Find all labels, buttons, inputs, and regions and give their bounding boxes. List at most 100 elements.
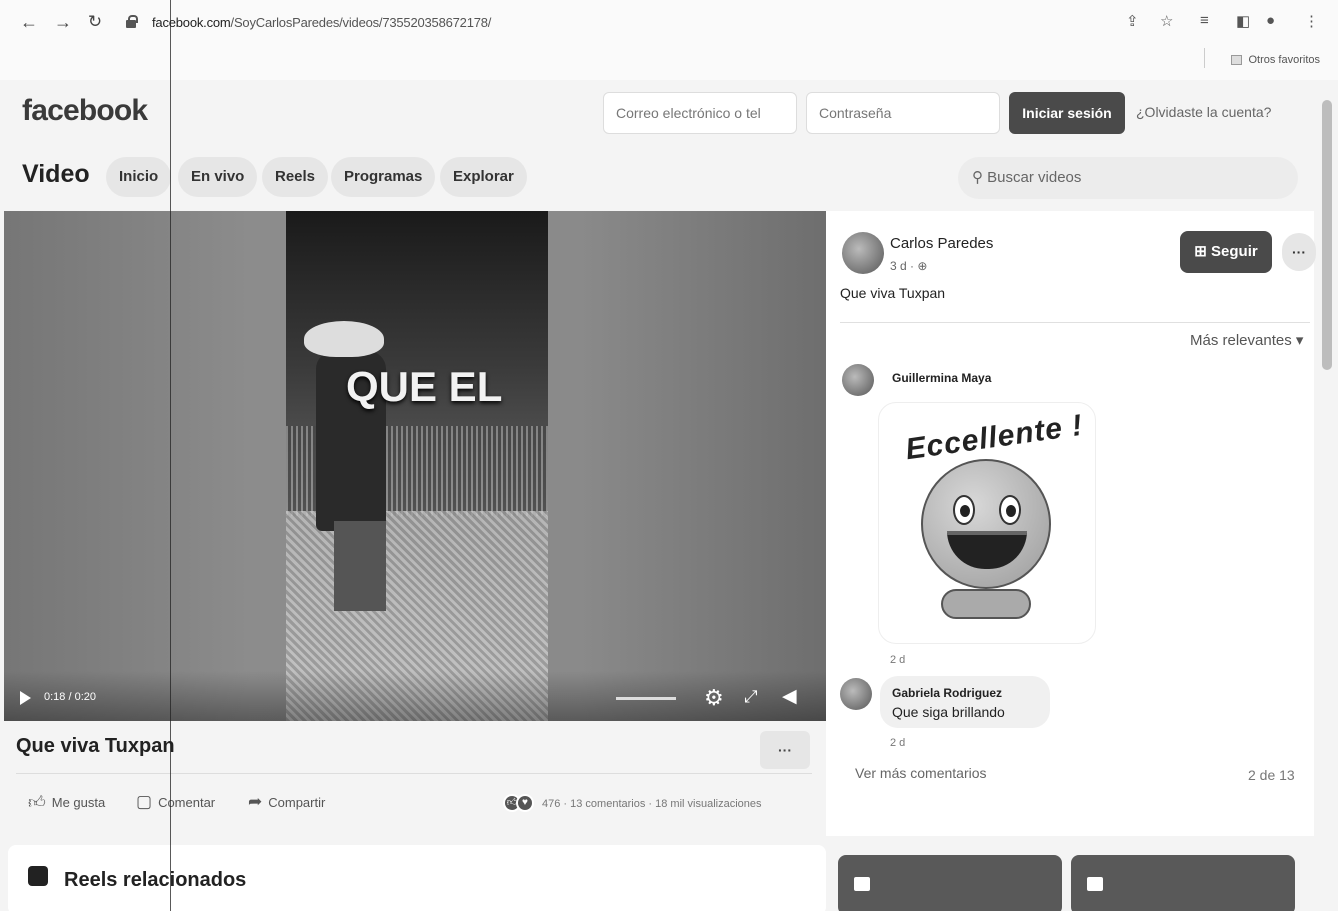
login-button[interactable]: Iniciar sesión	[1009, 92, 1125, 134]
menu-icon[interactable]: ⋮	[1304, 12, 1319, 30]
folder-icon	[1231, 55, 1243, 65]
gear-icon[interactable]: ⚙	[704, 685, 724, 711]
share-button[interactable]: ➦ Compartir	[248, 792, 325, 812]
view-count: 18 mil visualizaciones	[655, 798, 762, 810]
sticker-face	[921, 459, 1051, 589]
chevron-down-icon: ▾	[1295, 332, 1304, 349]
volume-bar[interactable]	[616, 697, 676, 700]
video-performer-legs	[334, 521, 386, 611]
search-placeholder: Buscar videos	[987, 169, 1082, 186]
volume-icon[interactable]: ◀	[782, 685, 797, 708]
email-field[interactable]: Correo electrónico o tel	[603, 92, 797, 134]
bookmark-separator	[1204, 48, 1205, 68]
divider	[840, 322, 1310, 323]
like-button[interactable]: 👍︎ Me gusta	[28, 792, 105, 813]
tab-programas[interactable]: Programas	[331, 157, 436, 197]
tab-en-vivo[interactable]: En vivo	[178, 157, 258, 197]
reaction-icons[interactable]: 👍︎ ♥	[503, 794, 534, 812]
commenter-avatar[interactable]	[840, 678, 872, 710]
post-title: Que viva Tuxpan	[16, 735, 175, 757]
reload-icon[interactable]: ↻	[84, 12, 106, 32]
side-more-button[interactable]: ···	[1282, 233, 1316, 271]
tab-explorar[interactable]: Explorar	[440, 157, 527, 197]
sticker-feet	[941, 589, 1031, 619]
page-scrollbar[interactable]	[1322, 100, 1332, 370]
play-icon[interactable]	[20, 691, 31, 705]
divider	[16, 773, 812, 774]
sticker-eye	[953, 495, 975, 525]
follow-button[interactable]: ⊞ Seguir	[1180, 231, 1272, 273]
scan-artifact-line	[170, 0, 171, 911]
sort-label: Más relevantes	[1190, 332, 1292, 349]
thumbs-up-icon: 👍︎	[28, 793, 46, 812]
video-section-title: Video	[22, 160, 90, 188]
author-avatar[interactable]	[842, 232, 884, 274]
comment-bubble	[880, 676, 1050, 728]
video-controls: 0:18 / 0:20 ⚙ ⤢ ◀	[4, 671, 826, 721]
comment-icon: ▢	[136, 792, 153, 811]
comment-sticker: Eccellente !	[878, 402, 1096, 644]
comment-count[interactable]: 13 comentarios	[570, 798, 645, 810]
share-icon[interactable]: ⇪	[1126, 12, 1139, 30]
live-tile[interactable]	[1071, 855, 1295, 911]
post-more-button[interactable]: ···	[760, 731, 810, 769]
tab-reels[interactable]: Reels	[262, 157, 329, 197]
search-icon: ⚲	[972, 169, 983, 186]
comment-button[interactable]: ▢ Comentar	[136, 792, 215, 812]
comment-time[interactable]: 2 d	[890, 654, 905, 666]
facebook-logo[interactable]: facebook	[22, 94, 148, 128]
love-reaction-icon: ♥	[516, 794, 534, 812]
post-stats: 476 · 13 comentarios · 18 mil visualizac…	[542, 798, 762, 810]
reels-icon	[28, 866, 48, 886]
commenter-name[interactable]: Guillermina Maya	[892, 371, 991, 385]
post-description: Que viva Tuxpan	[840, 285, 946, 301]
back-icon[interactable]: ←	[18, 12, 40, 33]
tab-inicio[interactable]: Inicio	[106, 157, 172, 197]
globe-icon: ⊕	[917, 259, 928, 273]
url-path: /SoyCarlosParedes/videos/735520358672178…	[230, 15, 492, 30]
sort-dropdown[interactable]: Más relevantes ▾	[1190, 331, 1303, 349]
post-age-text: 3 d ·	[890, 259, 915, 273]
watch-tile[interactable]	[838, 855, 1062, 911]
forward-icon[interactable]: →	[52, 12, 74, 33]
comment-time[interactable]: 2 d	[890, 737, 905, 749]
url-host: facebook.com	[152, 15, 231, 30]
author-name[interactable]: Carlos Paredes	[890, 235, 993, 252]
commenter-name[interactable]: Gabriela Rodriguez	[892, 686, 1002, 700]
lock-icon	[126, 15, 138, 28]
video-camera-icon	[1087, 877, 1103, 891]
bookmarks-label: Otros favoritos	[1248, 54, 1320, 66]
video-search-input[interactable]: ⚲ Buscar videos	[958, 157, 1298, 199]
video-time: 0:18 / 0:20	[44, 691, 96, 703]
commenter-avatar[interactable]	[842, 364, 874, 396]
sticker-eye	[999, 495, 1021, 525]
sticker-text: Eccellente !	[903, 408, 1086, 467]
browser-toolbar: ← → ↻ facebook.com/SoyCarlosParedes/vide…	[0, 0, 1338, 80]
reading-list-icon[interactable]: ≡	[1200, 12, 1209, 29]
more-comments-link[interactable]: Ver más comentarios	[855, 765, 987, 781]
share-label: Compartir	[268, 794, 326, 810]
play-box-icon	[854, 877, 870, 891]
share-arrow-icon: ➦	[248, 792, 263, 811]
post-age: 3 d · ⊕	[890, 259, 927, 273]
reaction-count[interactable]: 476	[542, 798, 560, 810]
address-bar[interactable]: facebook.com/SoyCarlosParedes/videos/735…	[152, 15, 491, 30]
video-caption-overlay: QUE EL	[346, 363, 503, 410]
comment-pagination: 2 de 13	[1248, 767, 1295, 783]
video-performer-hat	[304, 321, 384, 357]
forgot-account-link[interactable]: ¿Olvidaste la cuenta?	[1136, 104, 1271, 120]
follow-icon: ⊞	[1194, 243, 1207, 260]
profile-icon[interactable]: ●	[1266, 12, 1275, 29]
comment-text: Que siga brillando	[892, 704, 1005, 720]
side-panel-icon[interactable]: ◧	[1236, 12, 1250, 30]
comment-label: Comentar	[158, 794, 216, 810]
bookmarks-other[interactable]: Otros favoritos	[1231, 54, 1320, 66]
video-player[interactable]: QUE EL 0:18 / 0:20 ⚙ ⤢ ◀	[4, 211, 826, 721]
star-icon[interactable]: ☆	[1160, 12, 1173, 30]
video-frame: QUE EL	[286, 211, 548, 721]
password-field[interactable]: Contraseña	[806, 92, 1000, 134]
related-reels-title: Reels relacionados	[64, 869, 247, 891]
fullscreen-icon[interactable]: ⤢	[744, 687, 758, 707]
like-label: Me gusta	[51, 795, 106, 810]
follow-label: Seguir	[1211, 243, 1258, 260]
